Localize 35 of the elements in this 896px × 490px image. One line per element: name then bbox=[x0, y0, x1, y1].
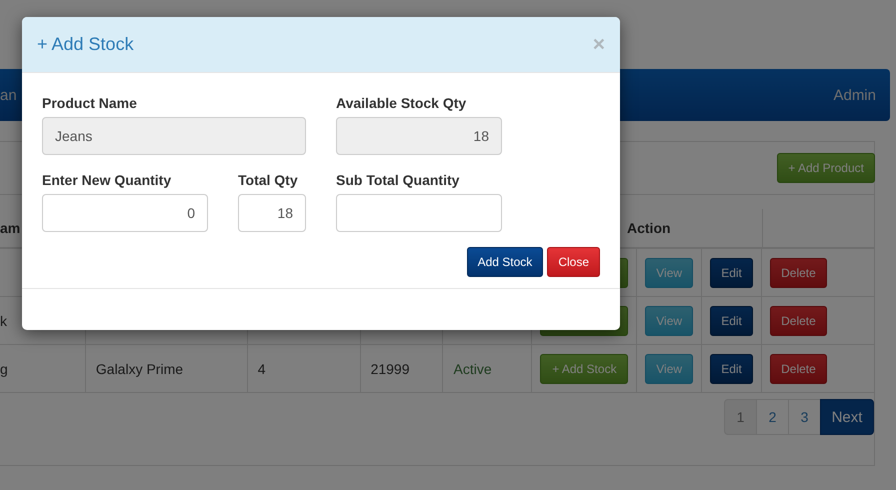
edit-button[interactable]: Edit bbox=[710, 354, 753, 384]
table-cell: g bbox=[0, 360, 8, 376]
next-button[interactable]: Next bbox=[820, 399, 874, 435]
page-button[interactable]: 3 bbox=[788, 399, 821, 435]
field-label: Available Stock Qty bbox=[336, 95, 468, 111]
table-cell: 4 bbox=[258, 360, 266, 376]
field-label: Product Name bbox=[42, 95, 138, 111]
view-button[interactable]: View bbox=[645, 354, 694, 384]
close-button[interactable]: Close bbox=[547, 247, 600, 277]
delete-button[interactable]: Delete bbox=[770, 306, 827, 336]
input-field[interactable] bbox=[336, 194, 502, 232]
table-cell: Galalxy Prime bbox=[96, 360, 184, 376]
delete-button[interactable]: Delete bbox=[770, 258, 827, 288]
user-link[interactable]: Admin bbox=[833, 86, 876, 104]
page-button[interactable]: 2 bbox=[756, 399, 789, 435]
field-label: Sub Total Quantity bbox=[336, 172, 460, 188]
field-label: Enter New Quantity bbox=[42, 172, 172, 188]
edit-button[interactable]: Edit bbox=[710, 306, 753, 336]
status-text: Active bbox=[453, 360, 492, 376]
edit-button[interactable]: Edit bbox=[710, 258, 753, 288]
view-button[interactable]: View bbox=[645, 306, 694, 336]
view-button[interactable]: View bbox=[645, 258, 694, 288]
add-product-button[interactable]: + Add Product bbox=[777, 153, 875, 183]
add-stock-button[interactable]: Add Stock bbox=[466, 247, 544, 277]
field-label: Total Qty bbox=[238, 172, 299, 188]
table-cell: 21999 bbox=[370, 360, 410, 376]
add-button[interactable]: + Add Stock bbox=[540, 354, 628, 384]
delete-button[interactable]: Delete bbox=[770, 354, 827, 384]
table-cell: k bbox=[0, 312, 7, 328]
brand-text[interactable]: an bbox=[0, 86, 17, 104]
input-field[interactable]: 0 bbox=[42, 194, 208, 232]
input-field[interactable]: 18 bbox=[238, 194, 306, 232]
modal-title: + Add Stock bbox=[37, 34, 134, 55]
page-button[interactable]: 1 bbox=[724, 399, 757, 435]
close-icon[interactable]: × bbox=[592, 32, 605, 56]
